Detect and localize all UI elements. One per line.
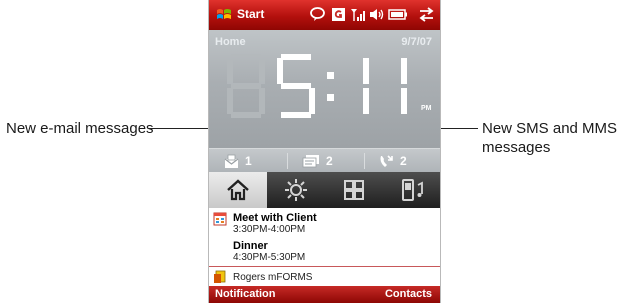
missed-calls-count-cell[interactable]: 2: [377, 149, 407, 173]
clock-ghost-digit: [227, 54, 265, 118]
phone-screen: Start Home 9/7/07 PM 1 2 2 Meet with Cli…: [208, 0, 441, 303]
tab-bar: [209, 172, 440, 208]
mforms-app-icon: [214, 270, 226, 283]
softkey-right-contacts[interactable]: Contacts: [385, 288, 432, 300]
home-icon: [227, 179, 249, 201]
home-panel: Home 9/7/07 PM 1 2 2: [209, 30, 440, 173]
volume-icon[interactable]: [368, 6, 385, 23]
appointment-time: 3:30PM-4:00PM: [233, 224, 306, 235]
date-display: 9/7/07: [401, 36, 432, 48]
sms-count-cell[interactable]: 2: [301, 149, 333, 173]
missed-call-icon: [380, 154, 393, 167]
sms-count: 2: [326, 154, 333, 168]
tab-home[interactable]: [209, 172, 267, 208]
appointment-item[interactable]: Dinner 4:30PM-5:30PM: [233, 240, 305, 264]
appointment-time: 4:30PM-5:30PM: [233, 252, 306, 263]
app-item-mforms[interactable]: Rogers mFORMS: [233, 272, 312, 283]
tab-launcher[interactable]: [325, 172, 383, 208]
gprs-icon: [332, 8, 345, 21]
count-divider-1: [287, 153, 288, 169]
appointment-title: Dinner: [233, 240, 268, 252]
tab-sound[interactable]: [383, 172, 440, 208]
clock-ampm: PM: [421, 105, 432, 112]
title-bar: Start: [209, 0, 440, 30]
callout-new-sms: New SMS and MMS messages: [482, 119, 617, 157]
callout-new-sms-line1: New SMS and MMS: [482, 120, 618, 137]
sms-icon: [302, 154, 319, 167]
clock-hour-digit: [277, 54, 315, 118]
missed-calls-count: 2: [400, 154, 407, 168]
section-divider: [209, 266, 440, 267]
clock-minute-ones-digit: [401, 58, 407, 114]
softkey-bar: Notification Contacts: [209, 286, 440, 303]
windows-start-icon[interactable]: [215, 6, 233, 24]
home-label: Home: [215, 36, 246, 48]
connectivity-icon[interactable]: [418, 6, 435, 23]
clock-colon: [327, 72, 334, 101]
email-count-cell[interactable]: 1: [223, 149, 252, 173]
weather-sun-icon: [285, 179, 307, 201]
tab-weather[interactable]: [267, 172, 325, 208]
callout-new-sms-line2: messages: [482, 139, 551, 156]
launcher-grid-icon: [344, 180, 364, 200]
appointments-list: Meet with Client 3:30PM-4:00PM Dinner 4:…: [209, 208, 440, 286]
count-divider-2: [364, 153, 365, 169]
calendar-icon: [213, 212, 227, 226]
phone-music-icon: [402, 179, 423, 201]
notification-bubble-icon[interactable]: [309, 6, 326, 23]
notification-counts: 1 2 2: [209, 148, 440, 173]
email-count: 1: [245, 154, 252, 168]
email-icon: [224, 154, 239, 168]
signal-strength-icon[interactable]: [349, 6, 366, 23]
digital-clock[interactable]: PM: [217, 48, 435, 126]
battery-icon[interactable]: [387, 6, 409, 23]
appointment-item[interactable]: Meet with Client 3:30PM-4:00PM: [233, 212, 317, 236]
callout-new-email: New e-mail messages: [6, 120, 154, 137]
appointment-title: Meet with Client: [233, 212, 317, 224]
softkey-left-notification[interactable]: Notification: [215, 288, 276, 300]
clock-minute-tens-digit: [363, 58, 369, 114]
start-menu-label[interactable]: Start: [237, 7, 264, 21]
